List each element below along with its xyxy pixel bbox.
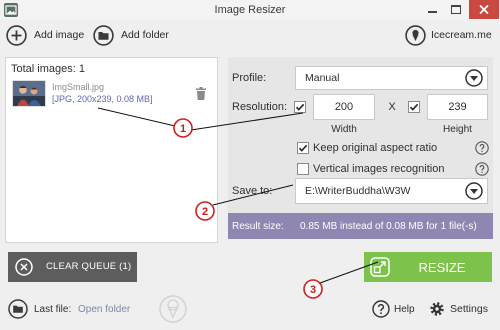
width-input[interactable]	[313, 94, 375, 120]
profile-value: Manual	[305, 72, 340, 84]
result-size-bar: Result size: 0.85 MB instead of 0.08 MB …	[228, 213, 493, 239]
help-label: Help	[394, 304, 415, 315]
add-folder-button[interactable]: Add folder	[93, 25, 175, 47]
folder-icon[interactable]	[8, 299, 28, 319]
keep-aspect-ratio-checkbox[interactable]	[297, 142, 309, 154]
help-icon	[372, 300, 390, 318]
resize-button[interactable]: RESIZE	[364, 252, 492, 282]
checkmark-icon	[298, 144, 308, 152]
last-file-label: Last file:	[34, 304, 72, 315]
height-caption: Height	[443, 124, 472, 135]
icecream-website-link[interactable]: Icecream.me	[405, 25, 495, 47]
annotation-number: 3	[310, 284, 316, 296]
folder-icon	[93, 25, 114, 46]
settings-button[interactable]: Settings	[429, 301, 491, 317]
help-icon[interactable]	[475, 141, 489, 155]
result-size-label: Result size:	[232, 221, 284, 232]
chevron-down-icon	[465, 182, 483, 200]
vertical-recognition-label[interactable]: Vertical images recognition	[313, 163, 444, 175]
checkmark-icon	[295, 103, 305, 111]
checkmark-icon	[409, 103, 419, 111]
profile-dropdown[interactable]: Manual	[295, 66, 488, 90]
open-folder-link[interactable]: Open folder	[78, 303, 130, 316]
list-item[interactable]: ImgSmall.jpg [JPG, 200x239, 0.08 MB]	[6, 78, 217, 112]
add-image-button[interactable]: Add image	[6, 25, 88, 47]
add-folder-label: Add folder	[121, 29, 169, 41]
dimension-separator: X	[388, 101, 396, 113]
chevron-down-icon	[465, 69, 483, 87]
file-name: ImgSmall.jpg	[52, 82, 105, 92]
help-button[interactable]: Help	[372, 300, 418, 318]
resize-icon	[370, 257, 390, 277]
icecream-website-label: Icecream.me	[431, 29, 492, 41]
minimize-icon	[428, 11, 437, 13]
trash-icon[interactable]	[196, 87, 206, 100]
gear-icon	[429, 301, 445, 317]
close-circle-icon	[15, 258, 33, 276]
title-bar: Image Resizer	[0, 0, 500, 20]
window-title: Image Resizer	[214, 4, 286, 16]
keep-aspect-ratio-label[interactable]: Keep original aspect ratio	[313, 142, 437, 154]
icecream-watermark-icon	[158, 295, 188, 323]
save-to-value: E:\WriterBuddha\W3W	[305, 185, 411, 197]
maximize-button[interactable]	[444, 0, 468, 19]
minimize-button[interactable]	[420, 0, 444, 19]
resize-label: RESIZE	[418, 260, 466, 275]
profile-label: Profile:	[232, 72, 267, 84]
total-images-label: Total images: 1	[11, 63, 85, 75]
resolution-label: Resolution:	[232, 101, 288, 113]
help-icon[interactable]	[475, 162, 489, 176]
image-thumbnail	[12, 80, 46, 107]
image-queue-panel: Total images: 1 ImgSmall.jpg [JPG, 200x2…	[5, 57, 218, 243]
close-icon	[478, 4, 490, 15]
add-image-label: Add image	[34, 29, 85, 41]
maximize-icon	[451, 5, 461, 14]
close-button[interactable]	[469, 0, 499, 19]
annotation-circle	[303, 279, 323, 299]
height-checkbox[interactable]	[408, 101, 420, 113]
result-size-value: 0.85 MB instead of 0.08 MB for 1 file(-s…	[300, 221, 477, 232]
file-info: [JPG, 200x239, 0.08 MB]	[52, 94, 153, 104]
settings-panel: Profile: Manual Resolution: Width X Heig…	[228, 57, 493, 239]
save-to-dropdown[interactable]: E:\WriterBuddha\W3W	[295, 178, 488, 204]
clear-queue-label: CLEAR QUEUE (1)	[46, 261, 132, 272]
clear-queue-button[interactable]: CLEAR QUEUE (1)	[8, 252, 137, 282]
settings-label: Settings	[450, 303, 488, 315]
vertical-recognition-checkbox[interactable]	[297, 163, 309, 175]
app-icon	[4, 3, 18, 17]
height-input[interactable]	[427, 94, 488, 120]
width-checkbox[interactable]	[294, 101, 306, 113]
width-caption: Width	[331, 124, 357, 135]
save-to-label: Save to:	[232, 185, 273, 197]
icecream-icon	[405, 25, 426, 46]
add-icon	[6, 25, 27, 46]
